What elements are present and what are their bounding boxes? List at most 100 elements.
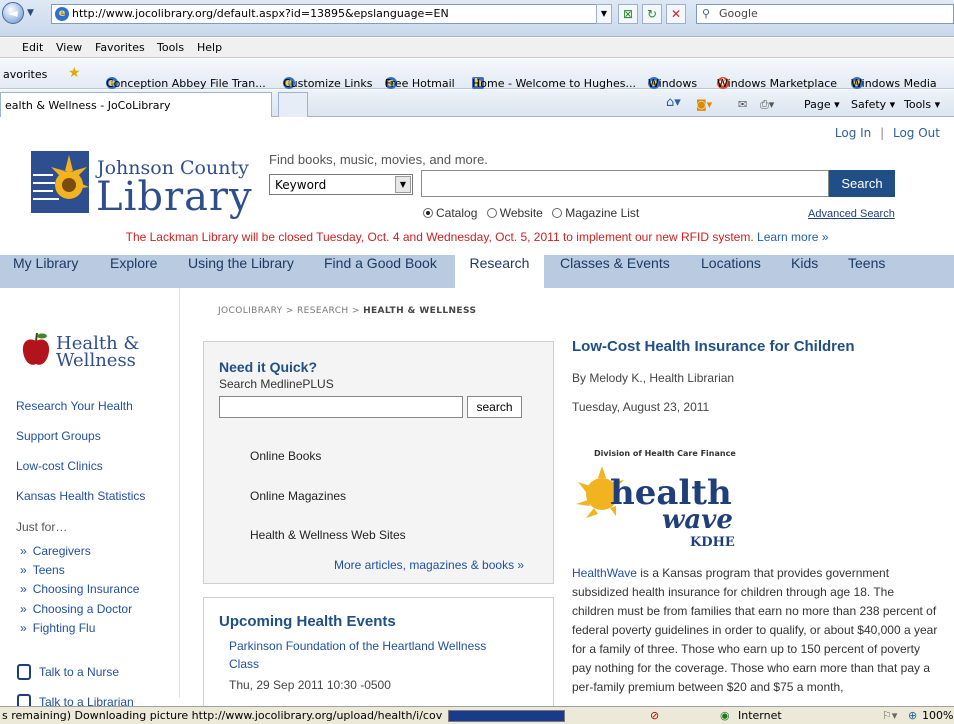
radio-catalog-label: Catalog bbox=[436, 206, 478, 220]
tab-active[interactable]: ealth & Wellness - JoCoLibrary bbox=[0, 92, 272, 117]
nav-locations[interactable]: Locations bbox=[701, 255, 761, 288]
radio-website[interactable] bbox=[486, 208, 497, 218]
status-bar: s remaining) Downloading picture http://… bbox=[0, 706, 954, 724]
security-icon[interactable]: ⊘ bbox=[650, 709, 659, 722]
menu-bar: Edit View Favorites Tools Help bbox=[0, 38, 954, 58]
closure-alert: The Lackman Library will be closed Tuesd… bbox=[0, 230, 954, 244]
library-logo-icon[interactable] bbox=[31, 151, 89, 213]
event-date: Thu, 29 Sep 2011 10:30 -0500 bbox=[229, 678, 391, 692]
login-links: Log In | Log Out bbox=[800, 126, 940, 140]
radio-catalog[interactable] bbox=[423, 208, 433, 218]
radio-magazine-label: Magazine List bbox=[565, 206, 640, 220]
sidebar-sub-flu[interactable]: » Fighting Flu bbox=[20, 621, 95, 635]
article-title[interactable]: Low-Cost Health Insurance for Children bbox=[572, 338, 855, 355]
more-articles-link[interactable]: More articles, magazines & books » bbox=[334, 558, 524, 572]
print-icon[interactable]: ⎙▾ bbox=[760, 98, 774, 112]
chevron-right-icon: » bbox=[20, 602, 27, 616]
chevron-down-icon: ▼ bbox=[395, 176, 411, 193]
quick-link-online-magazines[interactable]: Online Magazines bbox=[250, 489, 346, 503]
catalog-search-button[interactable]: Search bbox=[829, 170, 895, 197]
quick-link-web-sites[interactable]: Health & Wellness Web Sites bbox=[250, 528, 406, 542]
quick-link-online-books[interactable]: Online Books bbox=[250, 449, 321, 463]
home-icon[interactable]: ⌂▾ bbox=[666, 95, 681, 110]
events-title: Upcoming Health Events bbox=[219, 613, 396, 630]
nav-research[interactable]: Research bbox=[455, 255, 544, 288]
nav-explore[interactable]: Explore bbox=[110, 255, 157, 288]
nav-teens[interactable]: Teens bbox=[848, 255, 885, 288]
logo-wave-text: wave bbox=[662, 505, 733, 535]
search-box[interactable]: ⚲ Google bbox=[696, 4, 954, 24]
menu-help[interactable]: Help bbox=[197, 41, 222, 54]
nav-kids[interactable]: Kids bbox=[791, 255, 818, 288]
article-date: Tuesday, August 23, 2011 bbox=[572, 400, 710, 414]
url-field[interactable]: e http://www.jocolibrary.org/default.asp… bbox=[51, 4, 611, 24]
logout-link[interactable]: Log Out bbox=[893, 126, 940, 140]
add-favorite-icon[interactable]: ★ bbox=[68, 65, 81, 81]
protected-mode-icon[interactable]: ⚐▾ bbox=[882, 709, 897, 722]
quick-title: Need it Quick? bbox=[219, 359, 318, 375]
nav-my-library[interactable]: My Library bbox=[13, 255, 78, 288]
event-link-line1[interactable]: Parkinson Foundation of the Heartland We… bbox=[229, 639, 486, 653]
medline-search-input[interactable] bbox=[219, 396, 463, 418]
breadcrumb-path[interactable]: JOCOLIBRARY > RESEARCH > bbox=[218, 306, 363, 316]
radio-magazine[interactable] bbox=[552, 208, 563, 218]
status-text: s remaining) Downloading picture http://… bbox=[2, 709, 442, 722]
login-separator: | bbox=[880, 126, 885, 140]
sidebar-sub-doctor[interactable]: » Choosing a Doctor bbox=[20, 602, 132, 616]
internet-zone-icon: ◉ bbox=[720, 709, 730, 722]
mail-icon[interactable]: ✉ bbox=[738, 98, 747, 111]
zoom-level[interactable]: 100% bbox=[922, 709, 953, 722]
favorites-label[interactable]: avorites bbox=[3, 68, 47, 81]
logo-top-text: Division of Health Care Finance bbox=[594, 449, 736, 458]
search-type-select[interactable]: Keyword ▼ bbox=[269, 174, 413, 195]
feeds-icon[interactable]: ◙▾ bbox=[696, 98, 712, 111]
favorites-bar: avorites ★ e Conception Abbey File Tran..… bbox=[0, 59, 954, 90]
safety-menu[interactable]: Safety ▾ bbox=[851, 98, 895, 111]
nav-find-good-book[interactable]: Find a Good Book bbox=[324, 255, 437, 288]
talk-nurse-link[interactable]: Talk to a Nurse bbox=[39, 665, 119, 679]
login-link[interactable]: Log In bbox=[835, 126, 871, 140]
menu-favorites[interactable]: Favorites bbox=[95, 41, 145, 54]
back-icon[interactable]: ◄ bbox=[2, 2, 24, 24]
sidebar-sub-insurance[interactable]: » Choosing Insurance bbox=[20, 582, 139, 596]
url-dropdown-icon[interactable]: ▼ bbox=[596, 4, 612, 24]
alert-text: The Lackman Library will be closed Tuesd… bbox=[125, 230, 754, 244]
chevron-right-icon: » bbox=[20, 544, 27, 558]
chevron-down-icon[interactable]: ▼ bbox=[27, 8, 34, 18]
sidebar-heading-2: Wellness bbox=[56, 350, 136, 371]
chevron-right-icon: » bbox=[20, 621, 27, 635]
zoom-icon: ⊕ bbox=[908, 709, 918, 722]
medline-search-button[interactable]: search bbox=[467, 396, 522, 418]
sidebar-item-kansas-stats[interactable]: Kansas Health Statistics bbox=[16, 489, 145, 503]
compat-view-icon[interactable]: ⊠ bbox=[618, 4, 638, 24]
tools-menu[interactable]: Tools ▾ bbox=[904, 98, 940, 111]
event-link-line2[interactable]: Class bbox=[229, 657, 259, 671]
menu-edit[interactable]: Edit bbox=[22, 41, 43, 54]
refresh-icon[interactable]: ↻ bbox=[642, 4, 662, 24]
phone-icon bbox=[17, 664, 31, 680]
radio-website-label: Website bbox=[499, 206, 543, 220]
article-byline: By Melody K., Health Librarian bbox=[572, 371, 735, 385]
logo-library-text[interactable]: Library bbox=[96, 174, 253, 220]
sidebar-sub-caregivers[interactable]: » Caregivers bbox=[20, 544, 91, 558]
catalog-search-input[interactable] bbox=[421, 170, 829, 197]
sidebar-item-low-cost-clinics[interactable]: Low-cost Clinics bbox=[16, 459, 103, 473]
learn-more-link[interactable]: Learn more » bbox=[757, 230, 828, 244]
page-menu[interactable]: Page ▾ bbox=[804, 98, 840, 111]
nav-classes-events[interactable]: Classes & Events bbox=[560, 255, 670, 288]
apple-icon bbox=[22, 332, 50, 365]
healthwave-link[interactable]: HealthWave bbox=[572, 566, 637, 580]
progress-fill bbox=[449, 711, 564, 721]
menu-view[interactable]: View bbox=[56, 41, 82, 54]
chevron-right-icon: » bbox=[20, 582, 27, 596]
sidebar-sub-teens[interactable]: » Teens bbox=[20, 563, 65, 577]
search-placeholder: Google bbox=[719, 7, 758, 20]
advanced-search-link[interactable]: Advanced Search bbox=[808, 208, 895, 220]
sidebar-item-research-health[interactable]: Research Your Health bbox=[16, 399, 133, 413]
nav-using-library[interactable]: Using the Library bbox=[188, 255, 294, 288]
menu-tools[interactable]: Tools bbox=[157, 41, 184, 54]
just-for-label: Just for… bbox=[16, 520, 68, 534]
sidebar-item-support-groups[interactable]: Support Groups bbox=[16, 429, 101, 443]
new-tab-button[interactable] bbox=[278, 92, 308, 117]
stop-icon[interactable]: ✕ bbox=[666, 4, 686, 24]
